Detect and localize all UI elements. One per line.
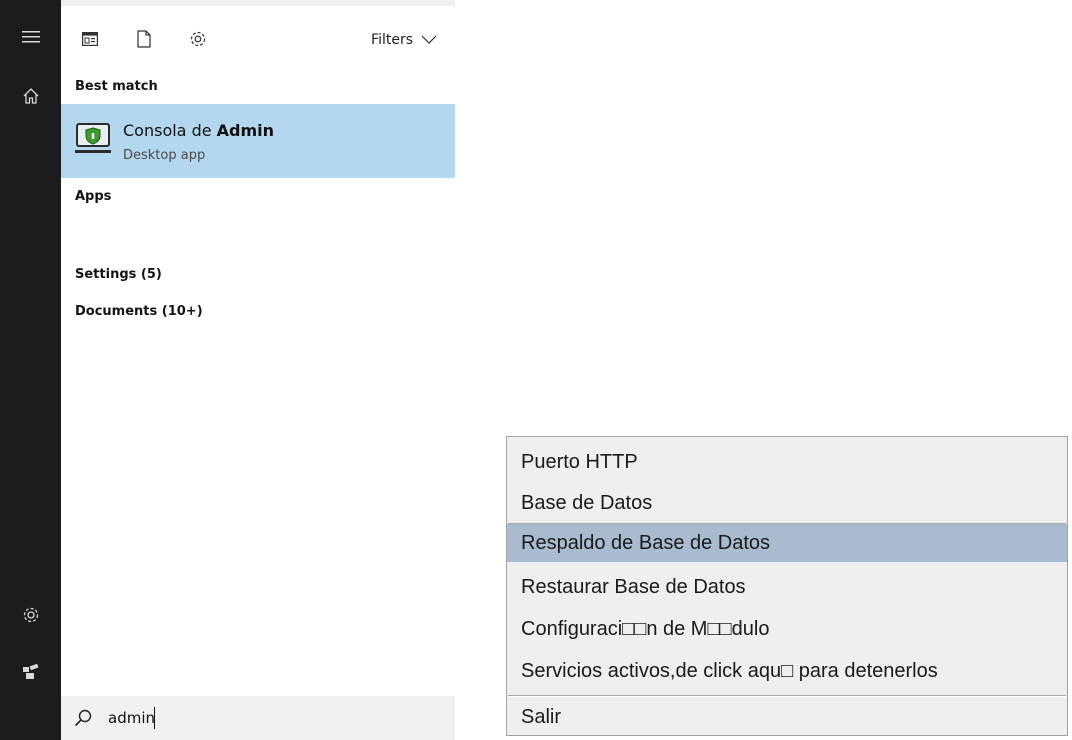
menu-item-puerto-http[interactable]: Puerto HTTP — [507, 443, 1067, 481]
best-match-heading: Best match — [75, 79, 158, 94]
admin-console-shield-icon — [75, 123, 111, 153]
hamburger-menu-icon[interactable] — [0, 17, 61, 57]
settings-heading[interactable]: Settings (5) — [75, 267, 162, 282]
best-match-title-prefix: Consola de — [123, 121, 217, 140]
filters-dropdown[interactable]: Filters — [371, 30, 437, 50]
menu-item-respaldo-base-de-datos[interactable]: Respaldo de Base de Datos — [507, 524, 1067, 562]
menu-separator-highlight — [508, 696, 1066, 697]
home-icon[interactable] — [0, 76, 61, 116]
search-icon — [74, 709, 92, 727]
menu-item-configuracion-modulo[interactable]: Configuraci□□n de M□□dulo — [507, 610, 1067, 648]
search-bar[interactable] — [61, 696, 455, 740]
best-match-subtitle: Desktop app — [123, 148, 206, 163]
menu-item-restaurar-base-de-datos[interactable]: Restaurar Base de Datos — [507, 568, 1067, 606]
settings-icon[interactable] — [187, 28, 209, 50]
documents-heading[interactable]: Documents (10+) — [75, 304, 203, 319]
menu-item-servicios-activos[interactable]: Servicios activos,de click aqu□ para det… — [507, 652, 1067, 690]
filters-label: Filters — [371, 32, 413, 48]
search-input[interactable] — [108, 707, 428, 729]
best-match-title: Consola de Admin — [123, 121, 274, 140]
menu-item-base-de-datos[interactable]: Base de Datos — [507, 484, 1067, 522]
settings-icon[interactable] — [0, 595, 61, 635]
start-menu-rail — [0, 0, 61, 740]
chevron-down-icon — [421, 35, 437, 44]
tray-context-menu: Puerto HTTP Base de Datos Respaldo de Ba… — [506, 436, 1068, 736]
documents-icon[interactable] — [133, 28, 155, 50]
search-toolbar: Filters — [61, 6, 455, 68]
apps-heading[interactable]: Apps — [75, 189, 111, 204]
start-menu-panel: Filters Best match Consola de Admin Desk… — [61, 0, 455, 740]
text-caret — [154, 707, 155, 729]
best-match-title-bold: Admin — [216, 121, 275, 140]
menu-item-salir[interactable]: Salir — [507, 698, 1067, 736]
all-apps-icon[interactable] — [79, 28, 101, 50]
best-match-result[interactable]: Consola de Admin Desktop app — [61, 104, 455, 178]
user-icon[interactable] — [0, 652, 61, 692]
